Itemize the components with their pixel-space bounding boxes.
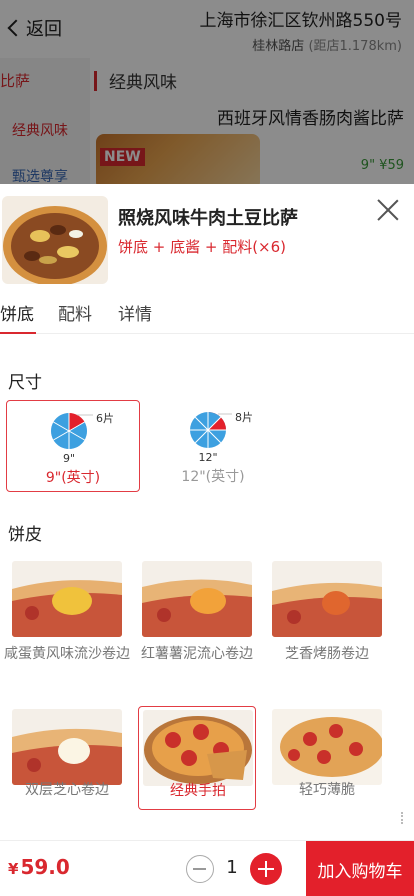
- crust-label: 红薯薯泥流心卷边: [141, 646, 253, 662]
- price-value: 59.0: [20, 855, 70, 879]
- scroll-indicator: [401, 812, 404, 824]
- crust-option-salted-egg[interactable]: 咸蛋黄风味流沙卷边: [4, 558, 130, 662]
- size-slices-label: 6片: [96, 412, 114, 425]
- close-icon[interactable]: [376, 198, 400, 222]
- crust-section-title: 饼皮: [8, 525, 42, 545]
- size-label: 12"(英寸): [181, 469, 245, 485]
- crust-image: [12, 709, 122, 785]
- pie-slices-icon: [190, 412, 226, 448]
- tab-toppings[interactable]: 配料: [58, 300, 92, 325]
- tab-crust[interactable]: 饼底: [0, 300, 34, 325]
- crust-option-sweet-potato[interactable]: 红薯薯泥流心卷边: [138, 558, 256, 662]
- pie-slices-icon: [50, 413, 88, 449]
- crust-option-classic-hand-tossed[interactable]: 经典手拍: [138, 706, 256, 810]
- crust-label: 咸蛋黄风味流沙卷边: [4, 646, 130, 662]
- product-name: 照烧风味牛肉土豆比萨: [118, 208, 298, 229]
- crust-label: 轻巧薄脆: [299, 782, 355, 798]
- crust-option-thin-crispy[interactable]: 轻巧薄脆: [268, 706, 386, 810]
- decrease-quantity-button[interactable]: [186, 855, 214, 883]
- size-inch-label: 12": [198, 451, 217, 464]
- crust-option-double-cheese[interactable]: 双层芝心卷边: [8, 706, 126, 810]
- crust-image: [12, 561, 122, 637]
- size-section-title: 尺寸: [8, 373, 42, 393]
- tab-indicator: [0, 332, 36, 334]
- sheet-tabs: 饼底 配料 详情: [0, 294, 414, 334]
- product-sheet: 照烧风味牛肉土豆比萨 饼底 + 底酱 + 配料(×6) 饼底 配料 详情 尺寸: [0, 184, 414, 896]
- crust-image: [272, 709, 382, 785]
- crust-image: [272, 561, 382, 637]
- pizza-image: [2, 196, 108, 284]
- product-desc: 饼底 + 底酱 + 配料(×6): [118, 238, 287, 256]
- crust-label: 经典手拍: [170, 783, 226, 799]
- crust-option-sausage[interactable]: 芝香烤肠卷边: [268, 558, 386, 662]
- total-price: ¥59.0: [8, 855, 70, 879]
- dim-overlay[interactable]: [0, 0, 414, 184]
- size-label: 9"(英寸): [45, 470, 101, 486]
- cart-bar: ¥59.0 1 加入购物车: [0, 840, 414, 896]
- crust-image: [143, 710, 253, 786]
- size-option-12[interactable]: 8片 12" 12"(英寸): [146, 400, 280, 492]
- add-to-cart-button[interactable]: 加入购物车: [306, 841, 414, 896]
- increase-quantity-button[interactable]: [250, 853, 282, 885]
- quantity-value: 1: [226, 857, 238, 878]
- size-slices-label: 8片: [235, 411, 253, 424]
- size-option-9[interactable]: 6片 9" 9"(英寸): [6, 400, 140, 492]
- size-inch-label: 9": [63, 452, 75, 465]
- crust-label: 双层芝心卷边: [25, 782, 109, 798]
- crust-image: [142, 561, 252, 637]
- crust-label: 芝香烤肠卷边: [285, 646, 369, 662]
- currency-symbol: ¥: [8, 860, 19, 878]
- tab-details[interactable]: 详情: [118, 300, 152, 325]
